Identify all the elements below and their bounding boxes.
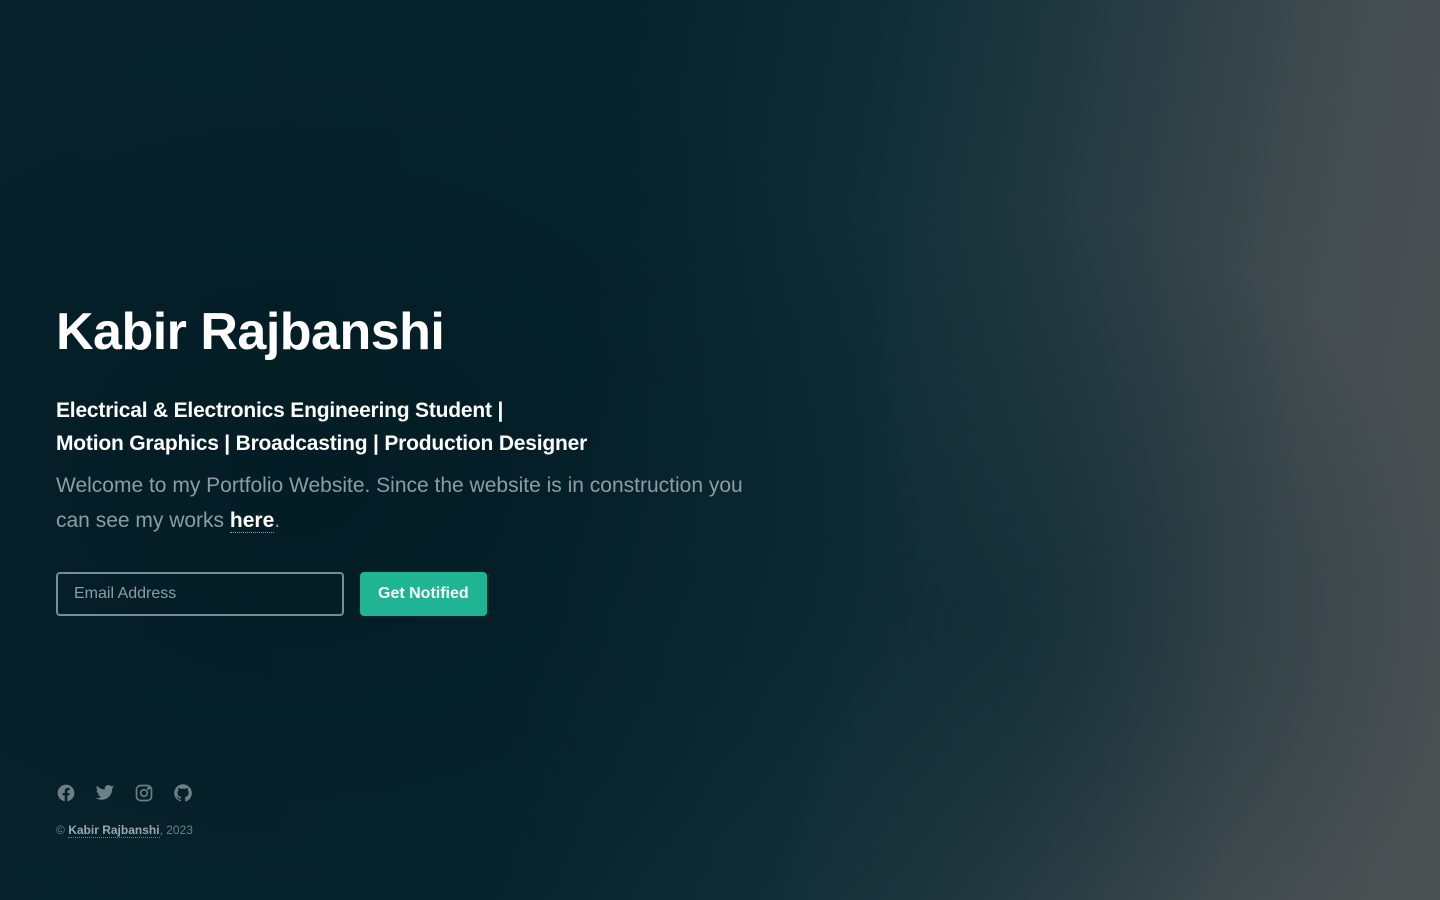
works-link[interactable]: here — [229, 509, 275, 533]
notify-form: Get Notified — [56, 572, 776, 616]
get-notified-button[interactable]: Get Notified — [360, 572, 487, 616]
tagline-line-2: Motion Graphics | Broadcasting | Product… — [56, 432, 588, 455]
github-icon[interactable] — [173, 783, 193, 803]
copyright-symbol: © — [56, 823, 65, 837]
intro-text: Welcome to my Portfolio Website. Since t… — [56, 468, 776, 538]
tagline-line-1: Electrical & Electronics Engineering Stu… — [56, 399, 504, 422]
intro-text-body: Welcome to my Portfolio Website. Since t… — [56, 474, 743, 532]
twitter-icon[interactable] — [95, 783, 115, 803]
copyright-owner: Kabir Rajbanshi — [68, 823, 160, 838]
tagline: Electrical & Electronics Engineering Stu… — [56, 394, 776, 460]
facebook-icon[interactable] — [56, 783, 76, 803]
hero-section: Kabir Rajbanshi Electrical & Electronics… — [56, 296, 776, 616]
copyright-year: , 2023 — [159, 823, 193, 837]
intro-text-end: . — [274, 509, 281, 532]
email-input[interactable] — [56, 572, 344, 616]
page-title: Kabir Rajbanshi — [56, 303, 445, 361]
instagram-icon[interactable] — [134, 783, 154, 803]
copyright: © Kabir Rajbanshi, 2023 — [56, 823, 193, 838]
social-links — [56, 783, 193, 803]
